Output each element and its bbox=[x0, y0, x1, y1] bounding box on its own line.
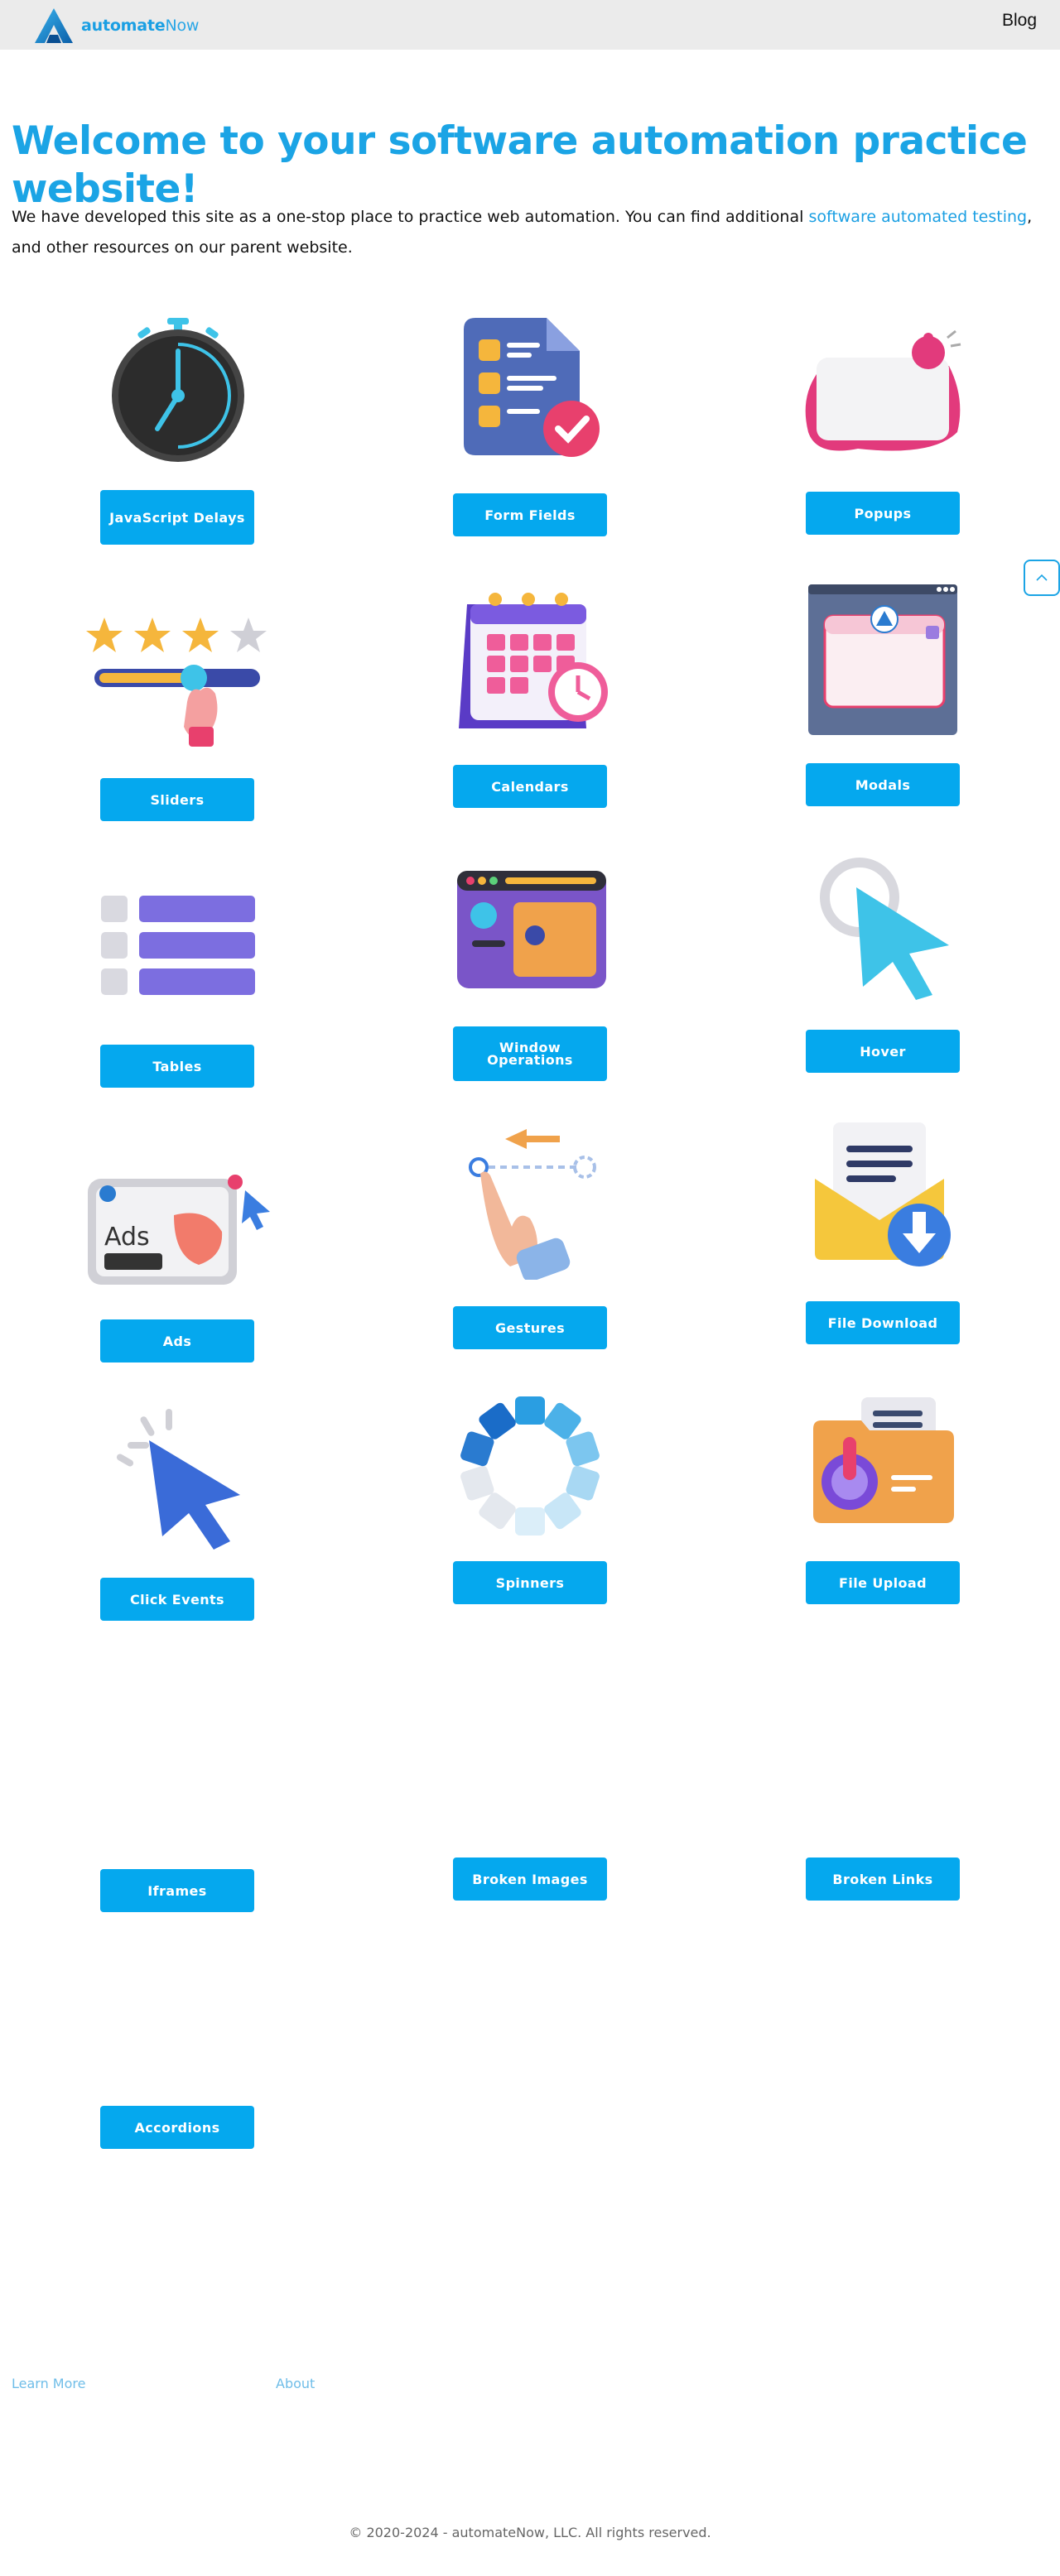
javascript-delays-button[interactable]: JavaScript Delays bbox=[100, 490, 254, 545]
software-automated-testing-link[interactable]: software automated testing bbox=[808, 208, 1027, 226]
copyright-text: © 2020-2024 - automateNow, LLC. All righ… bbox=[349, 2525, 711, 2540]
stars-slider-icon bbox=[86, 618, 267, 747]
logo-text: automateNow bbox=[81, 17, 200, 35]
nav-link-blog[interactable]: Blog bbox=[1002, 11, 1037, 31]
chevron-up-icon bbox=[1036, 574, 1048, 581]
modals-button[interactable]: Modals bbox=[806, 763, 960, 806]
gestures-button[interactable]: Gestures bbox=[453, 1306, 607, 1349]
file-download-button[interactable]: File Download bbox=[806, 1301, 960, 1344]
ad-banner-icon: Ads bbox=[88, 1175, 270, 1285]
broken-images-button[interactable]: Broken Images bbox=[453, 1858, 607, 1901]
modal-window-icon bbox=[808, 584, 957, 735]
ads-button[interactable]: Ads bbox=[100, 1319, 254, 1362]
envelope-download-icon bbox=[815, 1122, 951, 1266]
logo-icon bbox=[35, 8, 73, 43]
tables-button[interactable]: Tables bbox=[100, 1045, 254, 1088]
footer-about-link[interactable]: About bbox=[276, 2376, 315, 2391]
calendars-button[interactable]: Calendars bbox=[453, 765, 607, 808]
form-fields-button[interactable]: Form Fields bbox=[453, 493, 607, 536]
file-upload-button[interactable]: File Upload bbox=[806, 1561, 960, 1604]
site-logo[interactable]: automateNow bbox=[33, 7, 199, 45]
footer-learn-more-link[interactable]: Learn More bbox=[12, 2376, 85, 2391]
top-navbar: automateNow Blog bbox=[0, 0, 1060, 50]
calendar-clock-icon bbox=[459, 593, 608, 728]
hover-cursor-icon bbox=[820, 858, 949, 1000]
accordions-button[interactable]: Accordions bbox=[100, 2106, 254, 2149]
loading-spinner-icon bbox=[460, 1396, 600, 1536]
hover-button[interactable]: Hover bbox=[806, 1030, 960, 1073]
broken-links-button[interactable]: Broken Links bbox=[806, 1858, 960, 1901]
popups-button[interactable]: Popups bbox=[806, 492, 960, 535]
svg-text:Ads: Ads bbox=[104, 1223, 150, 1252]
sliders-button[interactable]: Sliders bbox=[100, 778, 254, 821]
browser-window-icon bbox=[457, 871, 606, 988]
spinners-button[interactable]: Spinners bbox=[453, 1561, 607, 1604]
swipe-hand-icon bbox=[469, 1129, 596, 1280]
intro-paragraph: We have developed this site as a one-sto… bbox=[12, 208, 1033, 257]
scroll-to-top-button[interactable] bbox=[1024, 560, 1060, 596]
stopwatch-icon bbox=[112, 318, 244, 462]
click-events-button[interactable]: Click Events bbox=[100, 1578, 254, 1621]
window-operations-button[interactable]: Window Operations bbox=[453, 1026, 607, 1081]
iframes-button[interactable]: Iframes bbox=[100, 1869, 254, 1912]
popup-bell-icon bbox=[805, 329, 961, 451]
form-document-icon bbox=[464, 318, 600, 457]
click-cursor-icon bbox=[116, 1409, 240, 1550]
folder-upload-icon bbox=[813, 1397, 954, 1523]
page-title: Welcome to your software automation prac… bbox=[12, 118, 1028, 212]
table-rows-icon bbox=[101, 896, 255, 995]
